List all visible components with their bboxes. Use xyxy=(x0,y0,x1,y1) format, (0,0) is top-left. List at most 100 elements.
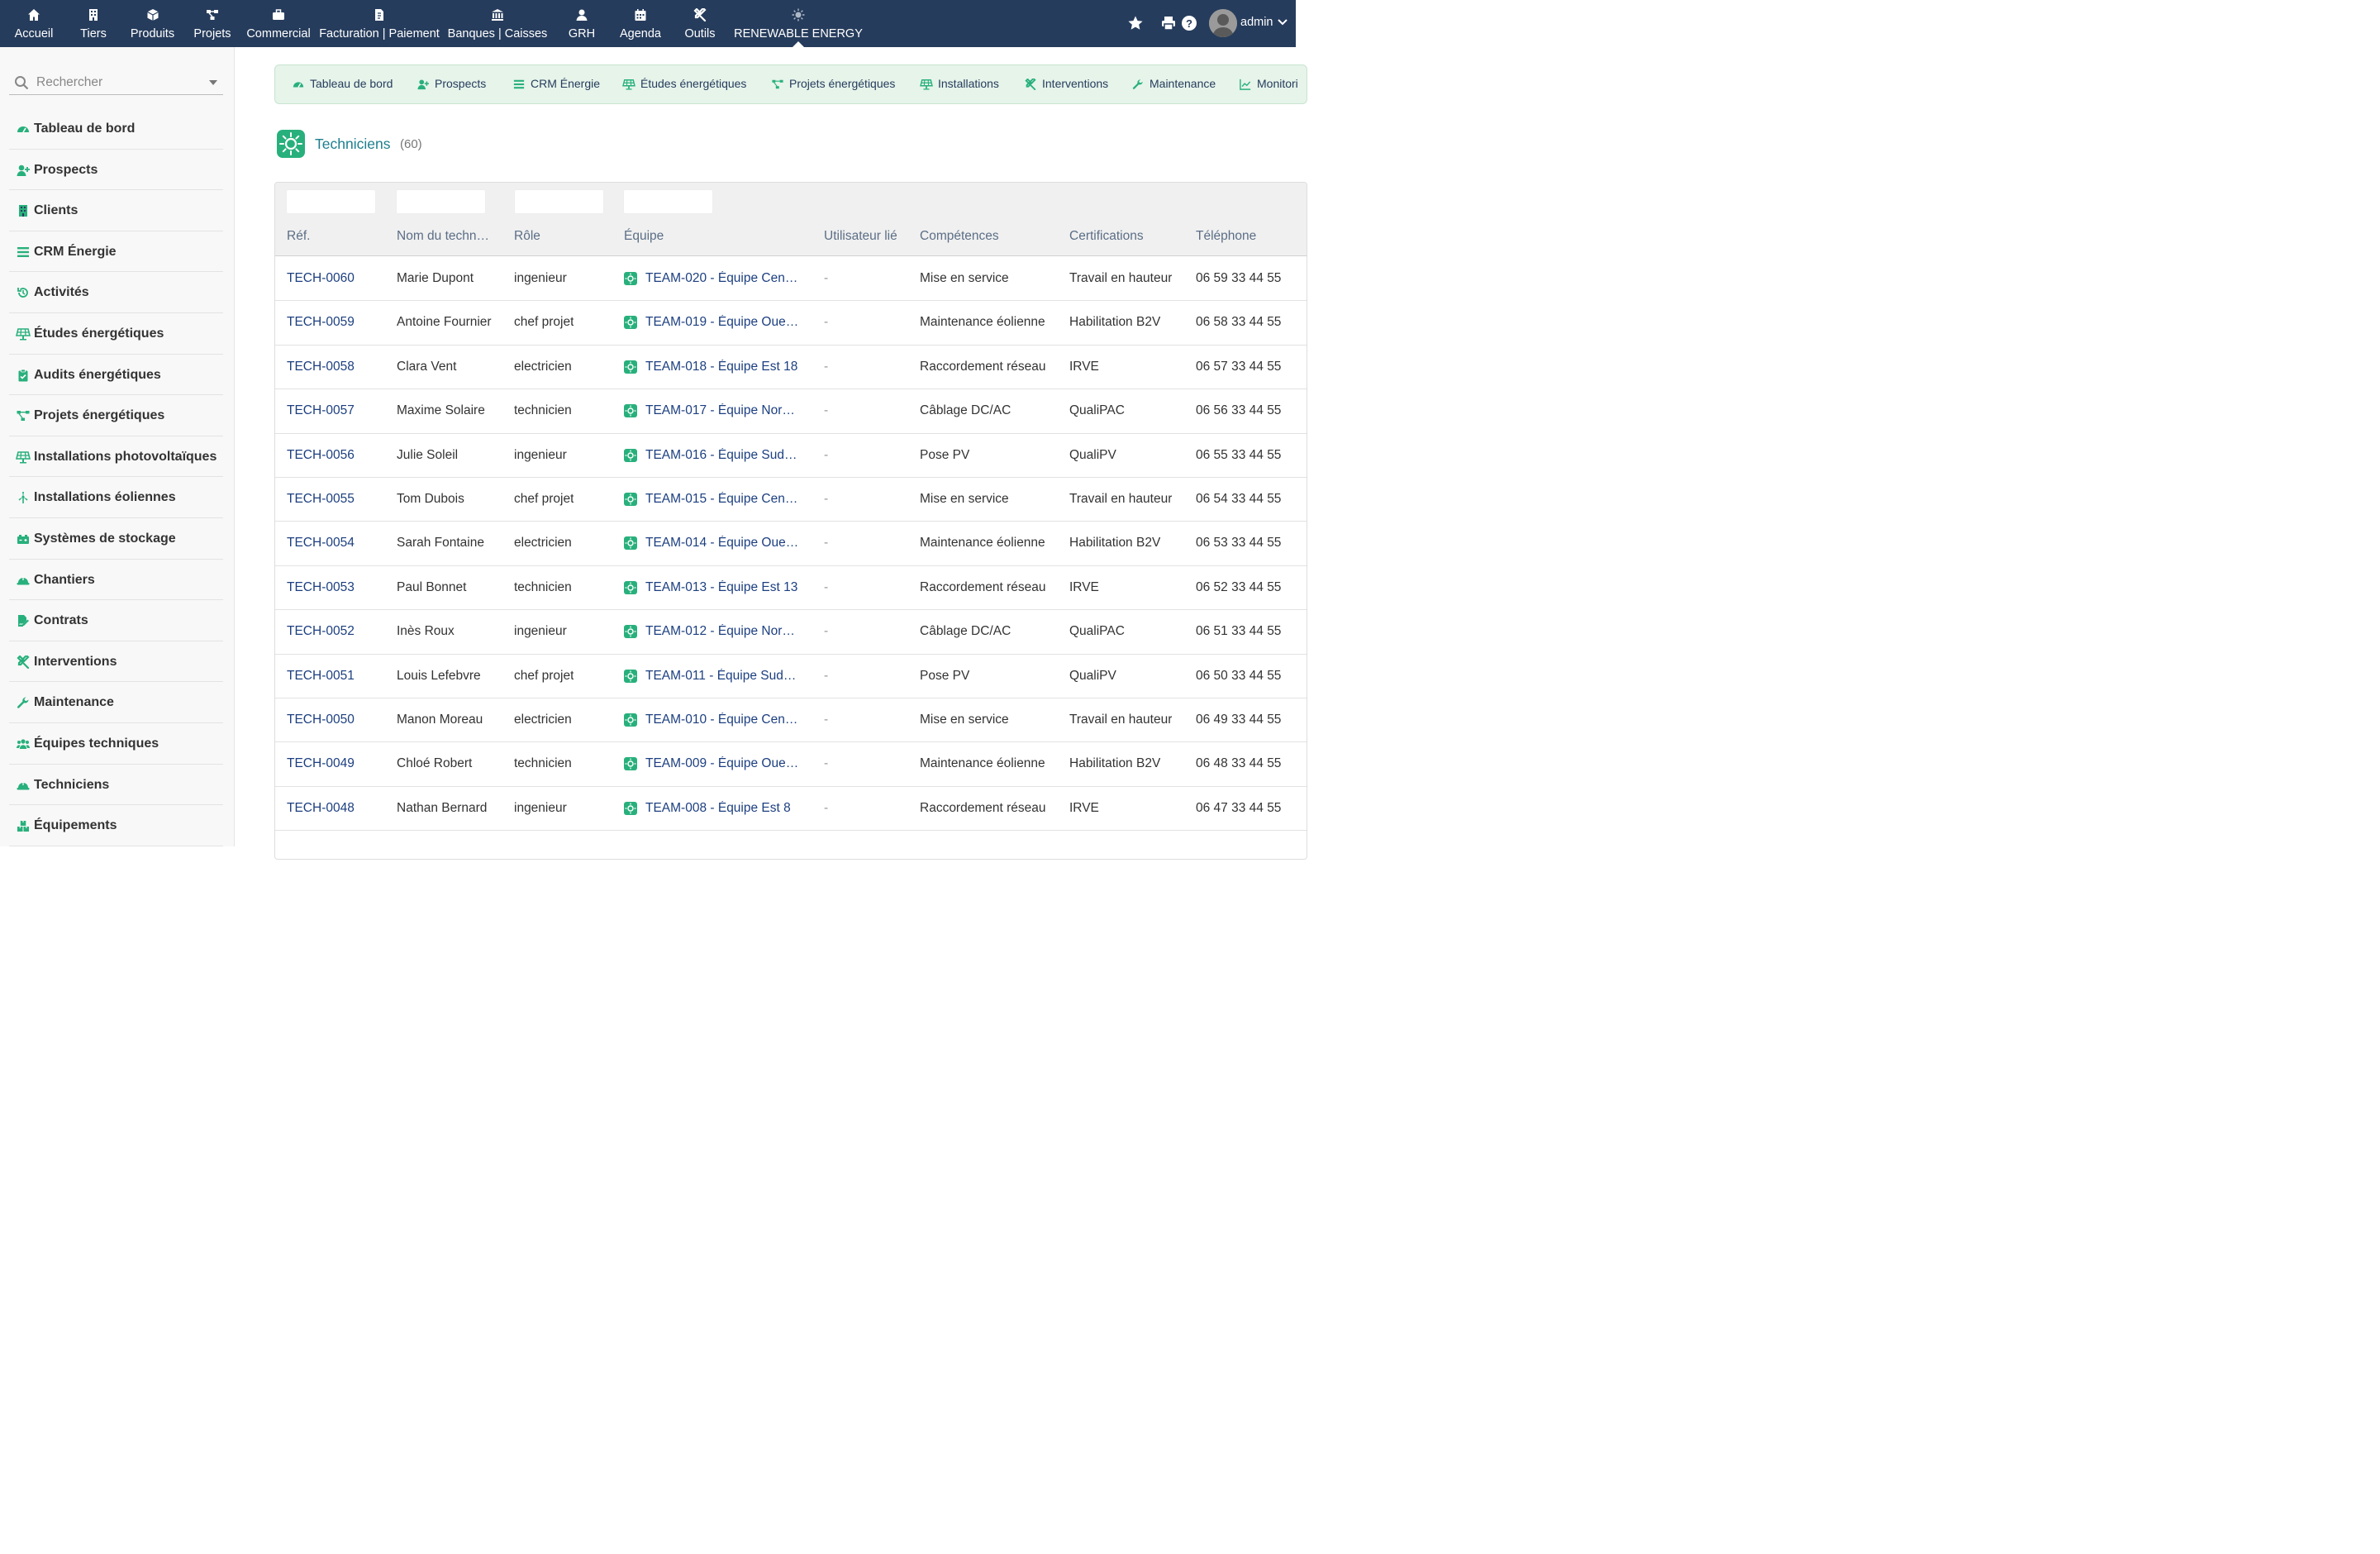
role-cell: technicien xyxy=(514,756,572,771)
search-box[interactable]: Rechercher xyxy=(9,70,223,95)
table-row[interactable]: TECH-0048 Nathan Bernard ingenieur TEAM-… xyxy=(275,786,1307,832)
column-header[interactable]: Compétences xyxy=(920,229,999,244)
skills-cell: Mise en service xyxy=(920,271,1009,285)
technician-name: Tom Dubois xyxy=(397,492,464,506)
table-row[interactable]: TECH-0052 Inès Roux ingenieur TEAM-012 -… xyxy=(275,610,1307,655)
ref-link[interactable]: TECH-0053 xyxy=(287,580,355,595)
skills-cell: Maintenance éolienne xyxy=(920,536,1045,551)
username[interactable]: admin xyxy=(1240,16,1273,29)
sidebar-item-clients[interactable]: Clients xyxy=(9,190,223,231)
sidebar-item-techniciens[interactable]: Techniciens xyxy=(9,765,223,806)
topmenu-item-outils[interactable]: Outils xyxy=(678,0,722,47)
avatar[interactable] xyxy=(1209,9,1237,37)
ref-link[interactable]: TECH-0052 xyxy=(287,624,355,639)
sidebar-item-systemes-de-stockage[interactable]: Systèmes de stockage xyxy=(9,518,223,560)
chevron-down-icon[interactable] xyxy=(1278,18,1288,26)
ref-link[interactable]: TECH-0060 xyxy=(287,271,355,286)
sidebar-item-contrats[interactable]: Contrats xyxy=(9,600,223,641)
topmenu-item-projets[interactable]: Projets xyxy=(190,0,235,47)
sidebar-item-audits-energetiques[interactable]: Audits énergétiques xyxy=(9,355,223,396)
team-link[interactable]: TEAM-016 - Équipe Sud… xyxy=(624,448,810,463)
sidebar-item-installations-eoliennes[interactable]: Installations éoliennes xyxy=(9,477,223,518)
ref-link[interactable]: TECH-0051 xyxy=(287,669,355,684)
sidebar-item-equipements[interactable]: Équipements xyxy=(9,805,223,846)
column-header[interactable]: Téléphone xyxy=(1196,229,1256,244)
table-row[interactable]: TECH-0058 Clara Vent electricien TEAM-01… xyxy=(275,345,1307,390)
sidebar-item-activites[interactable]: Activités xyxy=(9,272,223,313)
table-row[interactable]: TECH-0053 Paul Bonnet technicien TEAM-01… xyxy=(275,565,1307,611)
team-link[interactable]: TEAM-008 - Équipe Est 8 xyxy=(624,801,810,816)
skills-cell: Pose PV xyxy=(920,447,970,462)
table-row[interactable]: TECH-0057 Maxime Solaire technicien TEAM… xyxy=(275,389,1307,434)
ref-link[interactable]: TECH-0054 xyxy=(287,536,355,551)
ref-link[interactable]: TECH-0056 xyxy=(287,448,355,463)
search-input[interactable]: Rechercher xyxy=(36,75,102,90)
column-header[interactable]: Utilisateur lié xyxy=(824,229,897,244)
tools-icon xyxy=(693,7,707,22)
ref-link[interactable]: TECH-0049 xyxy=(287,756,355,771)
table-row[interactable]: TECH-0060 Marie Dupont ingenieur TEAM-02… xyxy=(275,257,1307,302)
team-link[interactable]: TEAM-012 - Équipe Nor… xyxy=(624,624,810,639)
sidebar-item-projets-energetiques[interactable]: Projets énergétiques xyxy=(9,395,223,436)
team-link[interactable]: TEAM-011 - Équipe Sud… xyxy=(624,669,810,684)
table-row[interactable]: TECH-0055 Tom Dubois chef projet TEAM-01… xyxy=(275,478,1307,522)
print-icon[interactable] xyxy=(1160,15,1177,31)
sidebar-item-installations-photovoltaiques[interactable]: Installations photovoltaïques xyxy=(9,436,223,478)
topmenu-item-facturation-paiement[interactable]: Facturation | Paiement xyxy=(319,0,440,47)
table-row[interactable]: TECH-0050 Manon Moreau electricien TEAM-… xyxy=(275,698,1307,743)
sidebar-item-etudes-energetiques[interactable]: Études énergétiques xyxy=(9,313,223,355)
help-icon[interactable]: ? xyxy=(1181,15,1197,31)
table-row[interactable]: TECH-0059 Antoine Fournier chef projet T… xyxy=(275,301,1307,346)
sidebar-item-label: Tableau de bord xyxy=(34,122,136,136)
filter-input-ref[interactable] xyxy=(286,189,376,214)
team-link[interactable]: TEAM-014 - Équipe Oue… xyxy=(624,536,810,551)
topmenu-item-renewable-energy[interactable]: RENEWABLE ENERGY xyxy=(732,0,864,47)
filter-input-role[interactable] xyxy=(514,189,604,214)
team-link[interactable]: TEAM-013 - Équipe Est 13 xyxy=(624,580,810,595)
role-cell: chef projet xyxy=(514,315,574,330)
column-header[interactable]: Réf. xyxy=(287,229,310,244)
sidebar-item-prospects[interactable]: Prospects xyxy=(9,150,223,191)
team-link[interactable]: TEAM-009 - Équipe Oue… xyxy=(624,756,810,771)
sidebar-item-maintenance[interactable]: Maintenance xyxy=(9,682,223,723)
team-link[interactable]: TEAM-018 - Équipe Est 18 xyxy=(624,360,810,374)
ref-link[interactable]: TECH-0059 xyxy=(287,315,355,330)
table-row[interactable]: TECH-0054 Sarah Fontaine electricien TEA… xyxy=(275,522,1307,566)
ref-link[interactable]: TECH-0057 xyxy=(287,403,355,418)
filter-input-equipe[interactable] xyxy=(623,189,713,214)
topmenu-item-banques-caisses[interactable]: Banques | Caisses xyxy=(446,0,549,47)
sidebar-item-tableau-de-bord[interactable]: Tableau de bord xyxy=(9,108,223,150)
ref-link[interactable]: TECH-0048 xyxy=(287,801,355,816)
topmenu-item-grh[interactable]: GRH xyxy=(563,0,601,47)
table-row[interactable]: TECH-0049 Chloé Robert technicien TEAM-0… xyxy=(275,742,1307,787)
column-header[interactable]: Nom du techn… xyxy=(397,229,489,244)
filter-input-nom[interactable] xyxy=(396,189,486,214)
phone-cell: 06 57 33 44 55 xyxy=(1196,359,1282,374)
topmenu-item-accueil[interactable]: Accueil xyxy=(0,0,68,47)
topmenu-item-produits[interactable]: Produits xyxy=(126,0,179,47)
team-link[interactable]: TEAM-020 - Équipe Cen… xyxy=(624,271,810,286)
topmenu-item-tiers[interactable]: Tiers xyxy=(74,0,113,47)
sidebar-item-crm-energie[interactable]: CRM Énergie xyxy=(9,231,223,273)
team-link[interactable]: TEAM-017 - Équipe Nor… xyxy=(624,403,810,418)
ref-link[interactable]: TECH-0050 xyxy=(287,713,355,727)
column-header[interactable]: Certifications xyxy=(1069,229,1144,244)
topmenu-item-agenda[interactable]: Agenda xyxy=(616,0,664,47)
table-row[interactable]: TECH-0056 Julie Soleil ingenieur TEAM-01… xyxy=(275,433,1307,478)
team-link[interactable]: TEAM-015 - Équipe Cen… xyxy=(624,492,810,507)
table-row[interactable]: TECH-0051 Louis Lefebvre chef projet TEA… xyxy=(275,654,1307,698)
ref-link[interactable]: TECH-0058 xyxy=(287,360,355,374)
team-link[interactable]: TEAM-019 - Équipe Oue… xyxy=(624,315,810,330)
sidebar-item-interventions[interactable]: Interventions xyxy=(9,641,223,683)
topmenu-item-commercial[interactable]: Commercial xyxy=(245,0,312,47)
sidebar-item-equipes-techniques[interactable]: Équipes techniques xyxy=(9,723,223,765)
ref-link[interactable]: TECH-0055 xyxy=(287,492,355,507)
project-diagram-icon xyxy=(771,79,784,90)
search-dropdown-icon[interactable] xyxy=(209,80,217,85)
column-header[interactable]: Équipe xyxy=(624,229,664,244)
topmenu-item-label: Accueil xyxy=(14,27,54,41)
team-link[interactable]: TEAM-010 - Équipe Cen… xyxy=(624,713,810,727)
column-header[interactable]: Rôle xyxy=(514,229,540,244)
sidebar-item-chantiers[interactable]: Chantiers xyxy=(9,560,223,601)
star-icon[interactable] xyxy=(1127,15,1144,31)
